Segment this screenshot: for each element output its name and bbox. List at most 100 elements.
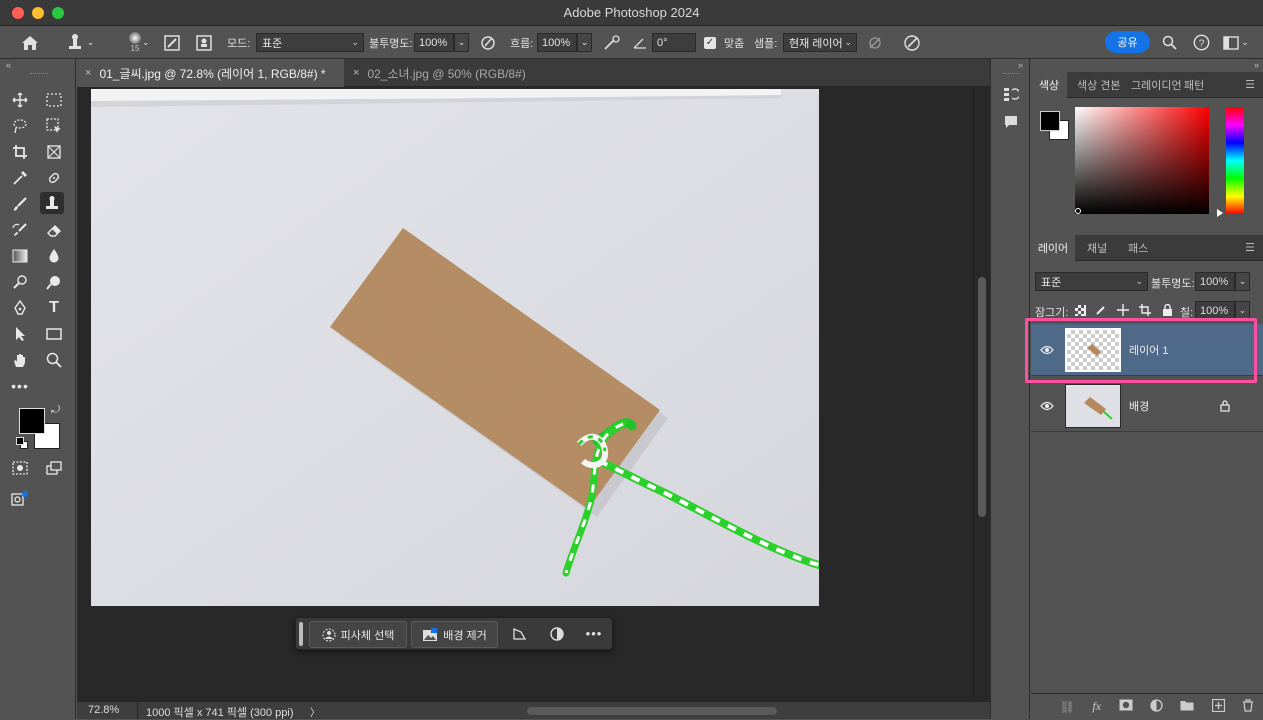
flow-dropdown[interactable]: ⌄ [577,33,592,52]
airbrush-icon[interactable] [602,26,622,59]
layer-opacity-dropdown[interactable]: ⌄ [1235,272,1250,291]
new-group-icon[interactable] [1180,699,1194,714]
share-button[interactable]: 공유 [1105,31,1150,53]
drag-handle[interactable] [299,622,303,646]
horizontal-scroll-thumb[interactable] [527,707,777,715]
tab-paths[interactable]: 패스 [1122,235,1154,261]
status-menu-icon[interactable]: 〉 [310,704,320,719]
tab-swatches[interactable]: 색상 견본 [1071,72,1127,98]
panel-menu-icon[interactable]: ☰ [1245,241,1255,254]
clone-stamp-tool-icon[interactable] [40,192,64,214]
collapse-icon[interactable]: » [1254,60,1259,70]
angle-input[interactable]: 0° [652,33,696,52]
brush-settings-icon[interactable] [162,26,182,59]
ignore-adjustment-layers-icon[interactable] [866,26,884,59]
collapse-icon[interactable]: « [6,60,11,70]
pressure-opacity-icon[interactable] [478,26,498,59]
frame-tool-icon[interactable] [42,141,66,163]
workspace-switcher-icon[interactable]: ⌄ [1221,26,1251,59]
collapse-icon[interactable]: » [1018,60,1023,70]
home-icon[interactable] [18,26,42,59]
transform-icon[interactable] [508,626,530,642]
document-image[interactable] [91,89,819,606]
hand-tool-icon[interactable] [8,349,32,371]
dodge-tool-icon[interactable] [8,271,32,293]
color-picker-handle[interactable] [1075,208,1081,214]
object-selection-tool-icon[interactable] [42,115,66,137]
aligned-checkbox[interactable]: ✓ [704,36,716,49]
tab-patterns[interactable]: 패턴 [1178,72,1210,98]
layer-name[interactable]: 배경 [1129,398,1149,414]
zoom-level[interactable]: 72.8% [88,704,119,716]
chevron-down-icon[interactable]: ⌄ [142,26,150,59]
tab-02-document[interactable]: × 02_소녀.jpg @ 50% (RGB/8#) [345,59,545,87]
close-icon[interactable]: × [353,67,359,79]
vertical-scrollbar[interactable] [973,87,990,701]
crop-tool-icon[interactable] [8,141,32,163]
hue-slider-handle[interactable] [1217,209,1223,217]
layer-opacity-input[interactable]: 100% [1195,272,1235,291]
close-icon[interactable]: × [85,67,91,79]
grip-icon[interactable] [1003,73,1019,75]
color-field[interactable] [1075,107,1209,214]
link-layers-icon[interactable]: ⛓ [1060,700,1075,714]
lasso-tool-icon[interactable] [8,115,32,137]
lock-position-icon[interactable] [1116,303,1130,317]
comments-panel-icon[interactable] [1001,113,1021,131]
select-subject-button[interactable]: 피사체 선택 [309,621,407,648]
history-panel-icon[interactable] [1001,85,1021,103]
swap-colors-icon[interactable]: ⤾ [51,404,60,417]
foreground-color-swatch[interactable] [19,408,45,434]
clone-stamp-preset-icon[interactable]: ⌄ [60,26,100,59]
tab-color[interactable]: 색상 [1031,72,1067,98]
blur-tool-icon[interactable] [42,245,66,267]
rectangle-tool-icon[interactable] [42,323,66,345]
visibility-eye-icon[interactable] [1039,398,1055,414]
adjustment-layer-icon[interactable] [1150,698,1163,715]
zoom-window-button[interactable] [52,7,64,19]
add-mask-icon[interactable] [1119,699,1133,714]
opacity-input[interactable]: 100% [414,33,454,52]
layer-lock-icon[interactable] [1218,399,1232,413]
quick-mask-icon[interactable] [8,457,32,479]
grip-icon[interactable] [30,73,48,75]
type-tool-icon[interactable]: T [42,297,66,319]
opacity-dropdown[interactable]: ⌄ [454,33,469,52]
eyedropper-tool-icon[interactable] [8,167,32,189]
pressure-size-icon[interactable] [902,26,922,59]
remove-background-button[interactable]: 배경 제거 [411,621,498,648]
hue-slider[interactable] [1226,107,1244,214]
foreground-color-chip[interactable] [1040,111,1060,131]
tab-layers[interactable]: 레이어 [1031,235,1075,261]
tab-01-document[interactable]: × 01_글씨.jpg @ 72.8% (레이어 1, RGB/8#) * [77,59,344,87]
lock-pixels-icon[interactable] [1094,303,1108,317]
search-icon[interactable] [1160,26,1178,59]
layer-style-icon[interactable]: fx [1092,699,1101,714]
layer-row-background[interactable]: 배경 [1031,380,1263,432]
blend-mode-select[interactable]: 표준 ⌄ [1035,272,1148,291]
clone-source-icon[interactable] [194,26,214,59]
lock-artboard-icon[interactable] [1138,303,1152,317]
path-selection-tool-icon[interactable] [8,323,32,345]
screen-mode-icon[interactable] [42,457,66,479]
marquee-tool-icon[interactable] [42,89,66,111]
vertical-scroll-thumb[interactable] [978,277,986,517]
lock-transparent-icon[interactable] [1073,303,1087,317]
zoom-blur-tool-icon[interactable] [42,271,66,293]
zoom-tool-icon[interactable] [42,349,66,371]
tab-channels[interactable]: 채널 [1081,235,1113,261]
panel-menu-icon[interactable]: ☰ [1245,78,1255,91]
default-colors-icon[interactable] [16,437,28,449]
more-tools-icon[interactable]: ••• [8,375,32,397]
brush-tool-icon[interactable] [8,193,32,215]
history-brush-tool-icon[interactable] [8,219,32,241]
canvas-area[interactable] [77,87,973,701]
adjustment-icon[interactable] [546,626,568,642]
pen-tool-icon[interactable] [8,297,32,319]
eraser-tool-icon[interactable] [42,219,66,241]
move-tool-icon[interactable] [8,89,32,111]
mode-select[interactable]: 표준 ⌄ [256,33,364,52]
share-for-review-icon[interactable] [8,488,32,510]
new-layer-icon[interactable] [1211,698,1225,715]
sample-select[interactable]: 현재 레이어 ⌄ [783,33,857,52]
